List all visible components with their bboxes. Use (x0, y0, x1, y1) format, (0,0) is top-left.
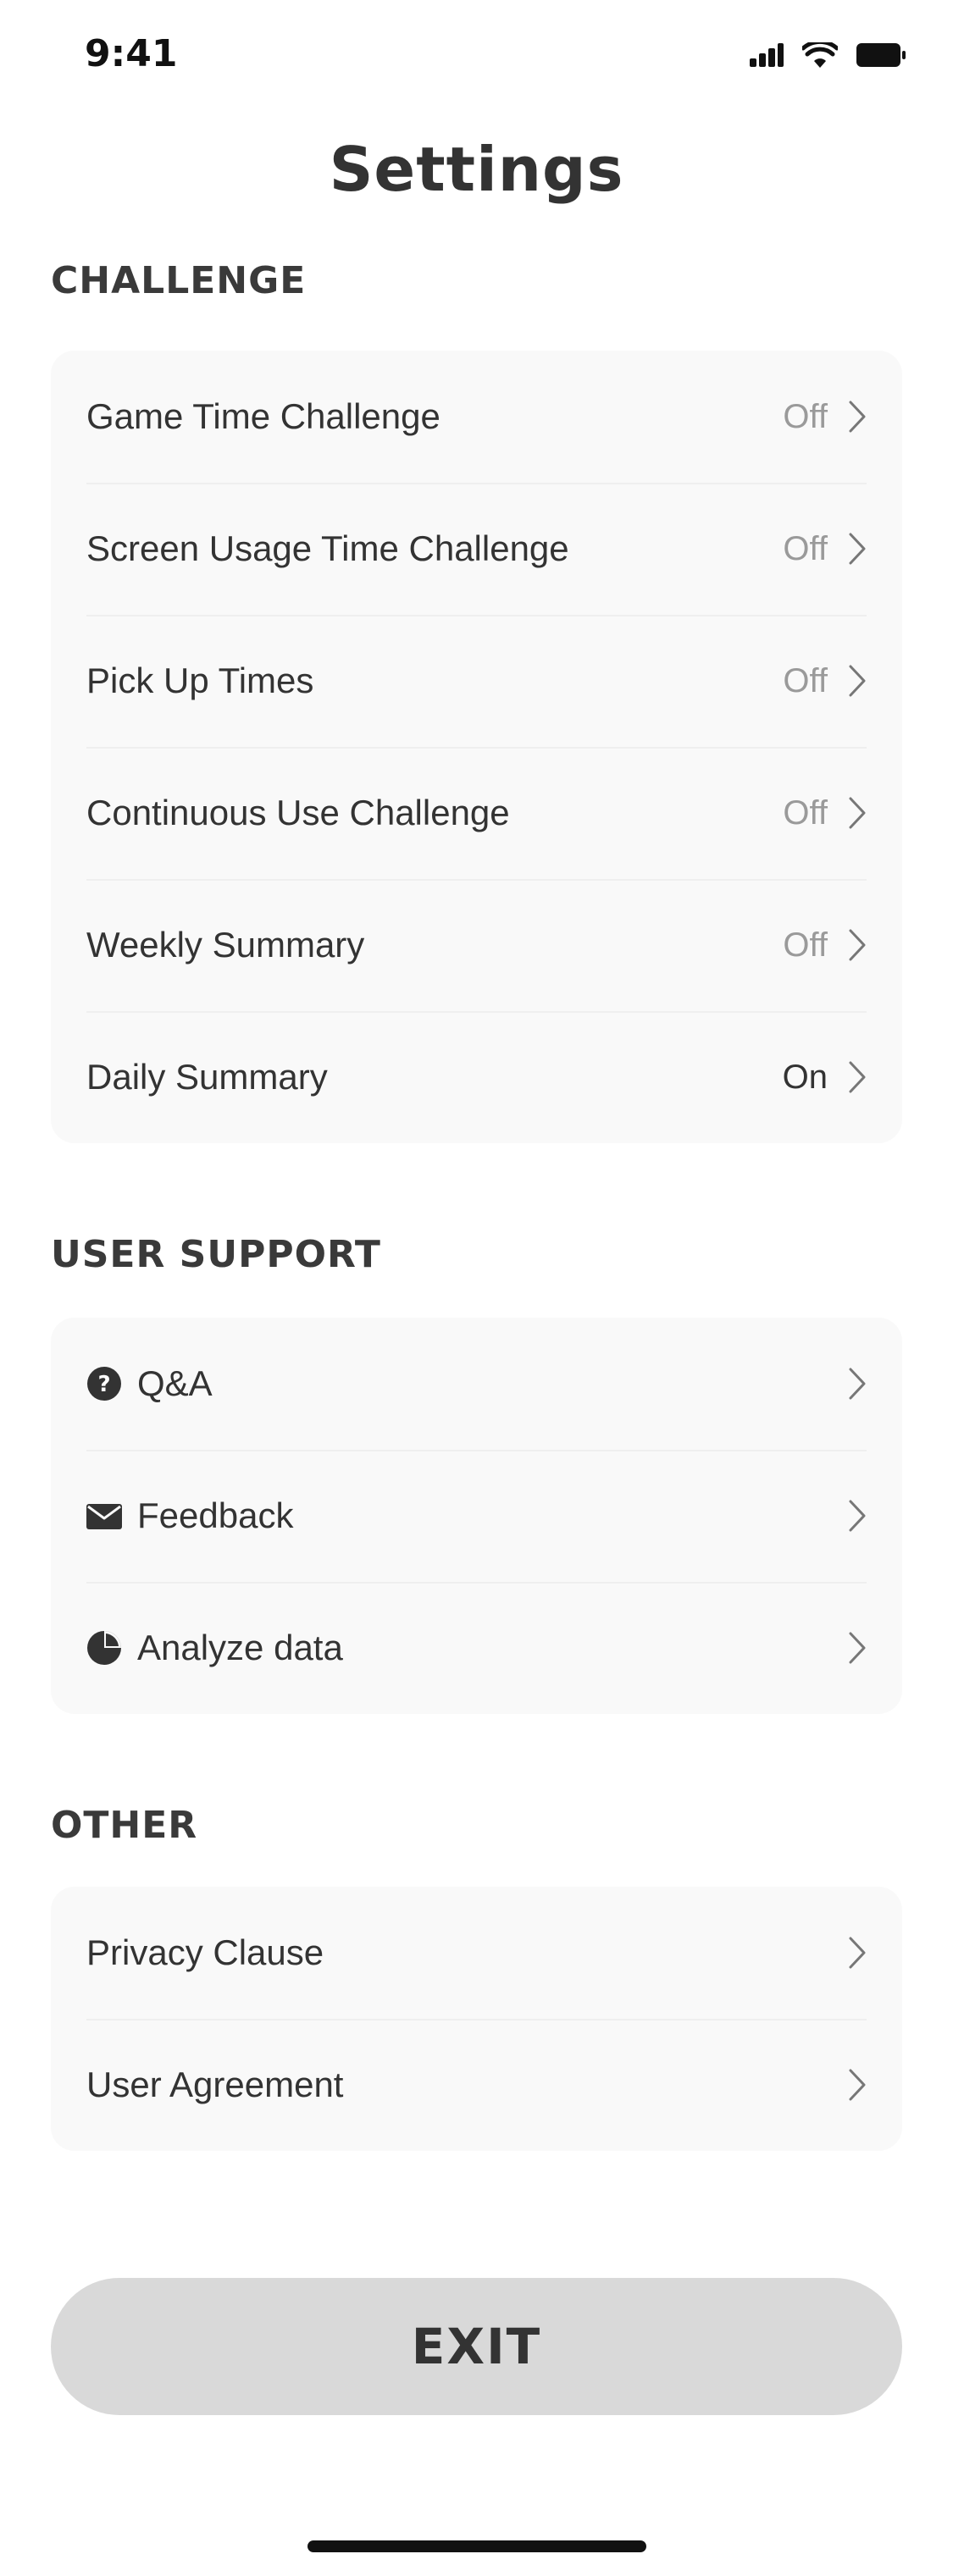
row-label: Feedback (137, 1495, 294, 1535)
section-header-other: OTHER (51, 1804, 198, 1847)
row-label: User Agreement (86, 2065, 344, 2104)
status-bar: 9:41 (0, 0, 953, 112)
chevron-right-icon (849, 1368, 866, 1400)
row-label: Game Time Challenge (86, 396, 440, 436)
row-label: Screen Usage Time Challenge (86, 528, 569, 568)
row-label: Weekly Summary (86, 925, 365, 965)
page-title: Settings (329, 134, 624, 205)
wifi-icon (802, 42, 838, 68)
exit-label: EXIT (411, 2318, 542, 2375)
row-label: Q&A (137, 1363, 213, 1403)
row-status: Off (783, 793, 828, 832)
chevron-right-icon (849, 1500, 866, 1532)
row-user-agreement[interactable]: User Agreement (51, 2019, 902, 2151)
question-icon: ? (87, 1367, 121, 1401)
chevron-right-icon (849, 533, 866, 565)
chevron-right-icon (849, 2069, 866, 2101)
row-weekly-summary[interactable]: Weekly Summary Off (51, 879, 902, 1011)
chevron-right-icon (849, 1937, 866, 1969)
home-indicator (308, 2540, 646, 2552)
row-continuous-use-challenge[interactable]: Continuous Use Challenge Off (51, 747, 902, 879)
row-label: Continuous Use Challenge (86, 793, 510, 832)
mail-icon (86, 1504, 122, 1529)
row-screen-usage-time-challenge[interactable]: Screen Usage Time Challenge Off (51, 483, 902, 615)
section-header-challenge: CHALLENGE (51, 259, 307, 302)
chevron-right-icon (849, 1061, 866, 1093)
row-qa[interactable]: ? Q&A (51, 1318, 902, 1450)
exit-button[interactable]: EXIT (51, 2278, 902, 2415)
signal-icon (750, 43, 784, 67)
chevron-right-icon (849, 797, 866, 829)
row-status: Off (783, 397, 828, 435)
row-status: Off (783, 926, 828, 964)
row-analyze-data[interactable]: Analyze data (51, 1582, 902, 1714)
row-label: Privacy Clause (86, 1932, 324, 1972)
row-feedback[interactable]: Feedback (51, 1450, 902, 1582)
row-privacy-clause[interactable]: Privacy Clause (51, 1887, 902, 2019)
status-icons (750, 42, 906, 68)
chevron-right-icon (849, 1632, 866, 1664)
battery-icon (856, 43, 906, 67)
chevron-right-icon (849, 929, 866, 961)
row-label: Pick Up Times (86, 661, 314, 700)
row-label: Analyze data (137, 1628, 343, 1667)
row-status: On (782, 1058, 828, 1096)
other-card: Privacy Clause User Agreement (51, 1887, 902, 2151)
chevron-right-icon (849, 401, 866, 433)
row-game-time-challenge[interactable]: Game Time Challenge Off (51, 351, 902, 483)
row-daily-summary[interactable]: Daily Summary On (51, 1011, 902, 1143)
chevron-right-icon (849, 665, 866, 697)
pie-chart-icon (87, 1631, 121, 1665)
row-status: Off (783, 529, 828, 567)
status-time: 9:41 (85, 32, 178, 75)
user-support-card: ? Q&A Feedback Analyze data (51, 1318, 902, 1714)
svg-text:?: ? (97, 1372, 110, 1397)
row-label: Daily Summary (86, 1057, 328, 1097)
row-status: Off (783, 661, 828, 699)
challenge-card: Game Time Challenge Off Screen Usage Tim… (51, 351, 902, 1143)
row-pick-up-times[interactable]: Pick Up Times Off (51, 615, 902, 747)
section-header-user-support: USER SUPPORT (51, 1233, 381, 1276)
